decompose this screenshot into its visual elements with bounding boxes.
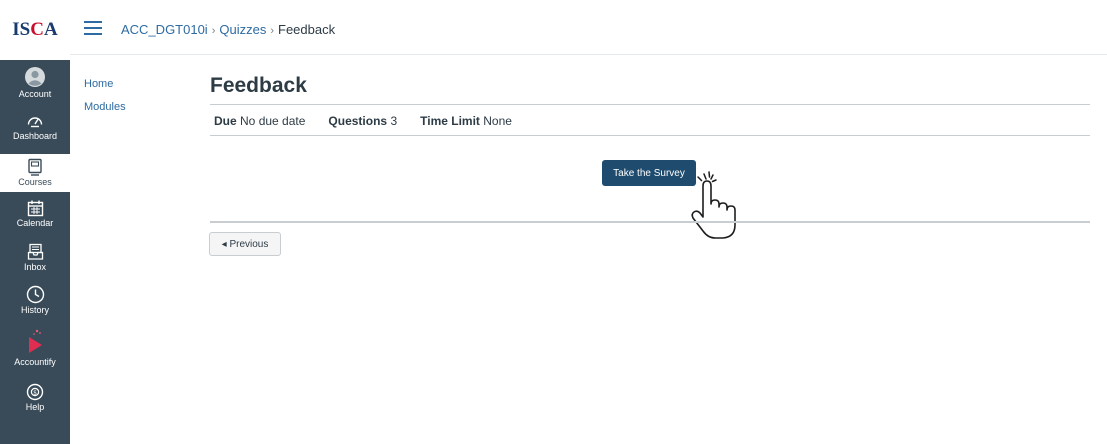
breadcrumb: ACC_DGT010i › Quizzes › Feedback <box>121 22 335 37</box>
nav-dashboard[interactable]: Dashboard <box>0 112 70 141</box>
isca-logo[interactable]: ISCA <box>0 0 70 60</box>
nav-label: Account <box>18 89 52 99</box>
nav-history[interactable]: History <box>0 285 70 315</box>
nav-help[interactable]: $ Help <box>0 383 70 412</box>
take-survey-button[interactable]: Take the Survey <box>602 160 696 186</box>
svg-text:$: $ <box>33 389 37 396</box>
breadcrumb-separator: › <box>270 25 275 37</box>
breadcrumb-course[interactable]: ACC_DGT010i <box>121 22 208 37</box>
course-nav-home[interactable]: Home <box>84 78 126 90</box>
nav-calendar[interactable]: Calendar <box>0 200 70 228</box>
divider <box>210 104 1090 105</box>
help-circle-icon: $ <box>26 383 44 401</box>
courses-book-icon <box>28 158 42 176</box>
course-nav-modules[interactable]: Modules <box>84 101 126 113</box>
calendar-icon <box>27 200 43 217</box>
header-divider <box>70 54 1107 55</box>
page-title: Feedback <box>210 74 307 97</box>
breadcrumb-current: Feedback <box>278 22 336 37</box>
due-label: Due <box>214 114 237 128</box>
breadcrumb-quizzes[interactable]: Quizzes <box>219 22 266 37</box>
divider <box>210 221 1090 223</box>
due-value: No due date <box>240 114 306 128</box>
nav-courses[interactable]: Courses <box>0 154 70 192</box>
clock-icon <box>26 285 44 304</box>
nav-accountify[interactable]: Accountify <box>0 328 70 367</box>
nav-label: Accountify <box>14 357 56 367</box>
nav-label: Inbox <box>23 262 47 272</box>
nav-label: Calendar <box>16 218 54 228</box>
previous-button[interactable]: ◂ Previous <box>209 232 281 256</box>
time-limit-label: Time Limit <box>420 114 480 128</box>
time-limit-value: None <box>483 114 512 128</box>
global-navigation: ISCA Account Dashboard Courses Calendar … <box>0 0 70 444</box>
nav-inbox[interactable]: Inbox <box>0 243 70 272</box>
hamburger-menu-icon[interactable] <box>84 21 102 37</box>
divider <box>210 135 1090 136</box>
breadcrumb-separator: › <box>211 25 216 37</box>
play-triangle-icon <box>29 329 42 353</box>
inbox-tray-icon <box>27 243 43 260</box>
questions-value: 3 <box>390 114 398 128</box>
course-navigation: Home Modules <box>84 78 126 124</box>
logo-text: ISCA <box>12 19 58 40</box>
nav-label: Dashboard <box>12 131 58 141</box>
nav-label: Courses <box>18 177 52 187</box>
pointer-hand-icon <box>691 171 736 239</box>
quiz-details: Due No due date Questions 3 Time Limit Non… <box>214 114 535 128</box>
questions-label: Questions <box>328 114 388 128</box>
user-circle-icon <box>25 67 45 87</box>
top-bar: ACC_DGT010i › Quizzes › Feedback <box>70 0 1107 60</box>
nav-label: Help <box>25 402 45 412</box>
nav-label: History <box>20 305 49 315</box>
dashboard-gauge-icon <box>27 117 43 128</box>
nav-account[interactable]: Account <box>0 66 70 99</box>
